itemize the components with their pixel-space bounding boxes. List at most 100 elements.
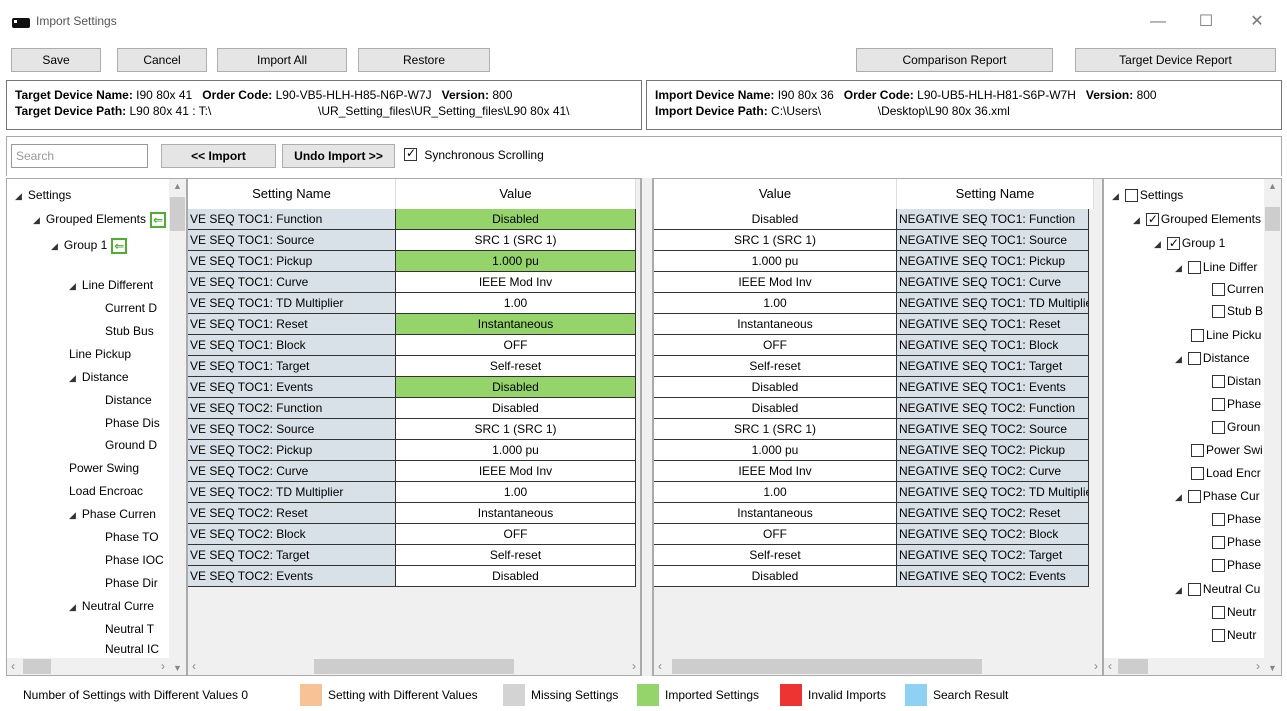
table-row[interactable]: NEGATIVE SEQ TOC2: Reset Instantaneous (654, 503, 1089, 524)
scroll-down-icon[interactable]: ▼ (169, 663, 186, 673)
setting-name-header[interactable]: Setting Name (188, 179, 396, 209)
setting-value-cell[interactable]: IEEE Mod Inv (396, 461, 636, 482)
tree-checkbox[interactable] (1187, 490, 1201, 504)
setting-value-cell[interactable]: SRC 1 (SRC 1) (654, 419, 897, 440)
tree-item[interactable]: Neutral T (105, 621, 154, 637)
tree-item[interactable]: Phase Dir (105, 575, 158, 591)
tree-checkbox[interactable] (1187, 583, 1201, 597)
table-row[interactable]: NEGATIVE SEQ TOC2: Curve IEEE Mod Inv (654, 461, 1089, 482)
setting-value-cell[interactable]: Self-reset (396, 545, 636, 566)
table-row[interactable]: NEGATIVE SEQ TOC2: Source SRC 1 (SRC 1) (654, 419, 1089, 440)
tree-item[interactable]: Phase TO (105, 529, 159, 545)
scroll-up-icon[interactable]: ▲ (1264, 181, 1281, 191)
table-row[interactable]: VE SEQ TOC1: Block OFF (188, 335, 636, 356)
setting-name-header[interactable]: Setting Name (897, 179, 1094, 209)
table-row[interactable]: NEGATIVE SEQ TOC1: Block OFF (654, 335, 1089, 356)
expand-icon[interactable]: ◢ (1175, 260, 1182, 276)
tree-item[interactable]: Distan (1212, 373, 1261, 389)
table-row[interactable]: NEGATIVE SEQ TOC2: Events Disabled (654, 566, 1089, 587)
tree-item[interactable]: ◢ Neutral Cu (1175, 581, 1260, 598)
tree-item[interactable]: Load Encr (1191, 465, 1261, 481)
tree-item[interactable]: Power Swing (69, 460, 139, 476)
table-row[interactable]: VE SEQ TOC2: Events Disabled (188, 566, 636, 587)
minimize-icon[interactable]: — (1141, 8, 1175, 36)
setting-value-cell[interactable]: OFF (654, 335, 897, 356)
scroll-thumb[interactable] (1265, 207, 1280, 231)
tree-item[interactable]: Load Encroac (69, 483, 143, 499)
setting-value-cell[interactable]: Self-reset (654, 356, 897, 377)
tree-item[interactable]: ◢ Distance (1175, 350, 1250, 367)
table-row[interactable]: VE SEQ TOC2: TD Multiplier 1.00 (188, 482, 636, 503)
tree-item[interactable]: Groun (1212, 419, 1260, 435)
tree-item[interactable]: ◢ Line Differ (1175, 259, 1257, 276)
value-header[interactable]: Value (396, 179, 636, 209)
scroll-down-icon[interactable]: ▼ (1264, 663, 1281, 673)
scroll-thumb[interactable] (672, 659, 982, 674)
tree-checkbox[interactable] (1187, 352, 1201, 366)
tree-item[interactable]: Phase (1212, 396, 1261, 412)
tree-checkbox[interactable] (1212, 629, 1225, 643)
tree-item[interactable]: Line Picku (1191, 327, 1261, 343)
tree-item[interactable]: ◢ Group 1 (1154, 235, 1225, 252)
scroll-thumb[interactable] (23, 659, 51, 674)
setting-value-cell[interactable]: Instantaneous (654, 314, 897, 335)
tree-checkbox[interactable] (1212, 305, 1225, 319)
tree-checkbox[interactable] (1212, 513, 1225, 527)
table-row[interactable]: NEGATIVE SEQ TOC2: Function Disabled (654, 398, 1089, 419)
table-row[interactable]: VE SEQ TOC1: Events Disabled (188, 377, 636, 398)
tree-item[interactable]: Curren (1212, 281, 1264, 297)
expand-icon[interactable]: ◢ (69, 507, 76, 523)
table-row[interactable]: VE SEQ TOC1: Curve IEEE Mod Inv (188, 272, 636, 293)
tree-checkbox[interactable] (1124, 189, 1138, 203)
left-settings-tree[interactable]: Neutral IC Neutral T ◢ Neutral Curre Phase D… (6, 178, 187, 676)
tree-item[interactable]: Ground D (105, 437, 157, 453)
setting-value-cell[interactable]: Instantaneous (654, 503, 897, 524)
table-row[interactable]: NEGATIVE SEQ TOC1: Function Disabled (654, 209, 1089, 230)
table-row[interactable]: VE SEQ TOC2: Function Disabled (188, 398, 636, 419)
expand-icon[interactable]: ◢ (69, 599, 76, 615)
tree-item[interactable]: Neutr (1212, 604, 1256, 620)
scroll-up-icon[interactable]: ▲ (169, 181, 186, 191)
tree-item[interactable]: Phase (1212, 511, 1261, 527)
sync-checkbox[interactable] (404, 146, 417, 162)
import-all-button[interactable]: Import All (217, 48, 347, 72)
tree-item[interactable]: ◢ Settings (15, 187, 71, 204)
synchronous-scrolling-toggle[interactable]: Synchronous Scrolling (404, 146, 544, 162)
scroll-right-icon[interactable]: › (1256, 658, 1260, 675)
tree-item[interactable]: ◢ Grouped Elements ⇐ (33, 211, 166, 228)
table-row[interactable]: VE SEQ TOC1: TD Multiplier 1.00 (188, 293, 636, 314)
comparison-report-button[interactable]: Comparison Report (856, 48, 1053, 72)
scroll-thumb[interactable] (314, 659, 514, 674)
setting-value-cell[interactable]: OFF (654, 524, 897, 545)
scroll-thumb[interactable] (170, 197, 185, 231)
scroll-left-icon[interactable]: ‹ (658, 658, 662, 675)
tree-item[interactable]: Stub Bus (105, 323, 154, 339)
expand-icon[interactable]: ◢ (1175, 351, 1182, 367)
tree-checkbox[interactable] (1212, 375, 1225, 389)
tree-item[interactable]: ◢ Grouped Elements (1133, 211, 1261, 228)
tree-item[interactable]: Phase (1212, 534, 1261, 550)
setting-value-cell[interactable]: SRC 1 (SRC 1) (654, 230, 897, 251)
table-row[interactable]: NEGATIVE SEQ TOC2: Block OFF (654, 524, 1089, 545)
table-row[interactable]: NEGATIVE SEQ TOC1: Target Self-reset (654, 356, 1089, 377)
table-row[interactable]: VE SEQ TOC2: Pickup 1.000 pu (188, 440, 636, 461)
setting-value-cell[interactable]: 1.000 pu (654, 251, 897, 272)
left-grid-hscroll[interactable]: ‹ › (188, 658, 640, 675)
close-icon[interactable]: ✕ (1240, 8, 1274, 36)
maximize-icon[interactable]: ☐ (1189, 8, 1223, 36)
table-row[interactable]: VE SEQ TOC2: Reset Instantaneous (188, 503, 636, 524)
scroll-right-icon[interactable]: › (161, 658, 165, 675)
table-row[interactable]: NEGATIVE SEQ TOC1: Source SRC 1 (SRC 1) (654, 230, 1089, 251)
grid-splitter[interactable] (641, 178, 653, 676)
tree-item[interactable]: ◢ Phase Curren (69, 506, 156, 523)
setting-value-cell[interactable]: Disabled (396, 209, 636, 230)
tree-item[interactable]: Neutral IC (105, 641, 159, 657)
expand-icon[interactable]: ◢ (1133, 212, 1140, 228)
expand-icon[interactable]: ◢ (51, 238, 58, 254)
setting-value-cell[interactable]: OFF (396, 335, 636, 356)
table-row[interactable]: NEGATIVE SEQ TOC1: TD Multiplier 1.00 (654, 293, 1089, 314)
table-row[interactable]: NEGATIVE SEQ TOC2: Pickup 1.000 pu (654, 440, 1089, 461)
tree-checkbox[interactable] (1166, 235, 1180, 251)
tree-item[interactable]: Neutr (1212, 627, 1256, 643)
setting-value-cell[interactable]: Disabled (396, 377, 636, 398)
